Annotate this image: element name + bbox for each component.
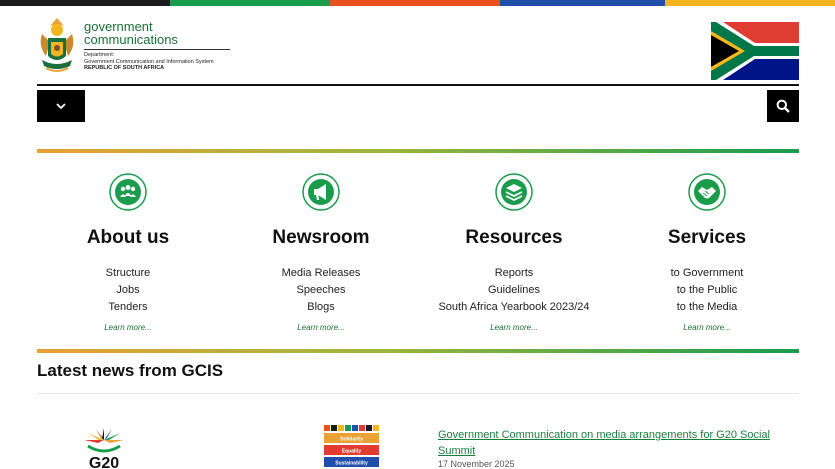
site-header: government communications Department: Go… <box>0 6 835 84</box>
news-article-link[interactable]: Government Communication on media arrang… <box>438 427 788 459</box>
megaphone-icon <box>302 173 340 211</box>
link-yearbook[interactable]: South Africa Yearbook 2023/24 <box>414 299 614 316</box>
brand-divider <box>84 49 230 50</box>
link-guidelines[interactable]: Guidelines <box>414 282 614 299</box>
sticker-sustainability: Sustainability <box>335 461 368 467</box>
link-to-media[interactable]: to the Media <box>607 299 807 316</box>
link-media-releases[interactable]: Media Releases <box>221 265 421 282</box>
link-blogs[interactable]: Blogs <box>221 299 421 316</box>
section-title: Newsroom <box>272 227 370 248</box>
search-icon <box>776 99 790 113</box>
section-title: Services <box>667 227 747 248</box>
g20-text: G20 <box>89 455 119 469</box>
bottom-gradient-divider <box>37 349 799 353</box>
link-structure[interactable]: Structure <box>28 265 228 282</box>
search-button[interactable] <box>767 90 799 122</box>
section-title: Resources <box>465 227 563 248</box>
header-divider <box>37 84 799 86</box>
link-to-public[interactable]: to the Public <box>607 282 807 299</box>
coat-of-arms-logo[interactable] <box>36 16 78 76</box>
learn-more-link[interactable]: Learn more... <box>28 323 228 332</box>
section-title: About us <box>86 227 170 248</box>
south-africa-flag <box>711 22 799 80</box>
summit-values-thumbnail[interactable]: Solidarity Equality Sustainability <box>322 425 380 469</box>
latest-news-divider <box>37 393 799 394</box>
brand-block: government communications Department: Go… <box>84 20 230 72</box>
section-newsroom: Newsroom Media Releases Speeches Blogs L… <box>221 172 421 332</box>
g20-logo-thumbnail[interactable]: G20 <box>74 426 134 469</box>
section-services: Services to Government to the Public to … <box>607 172 807 332</box>
latest-news-heading: Latest news from GCIS <box>37 361 224 380</box>
section-about-us: About us Structure Jobs Tenders Learn mo… <box>28 172 228 332</box>
sticker-equality: Equality <box>342 449 362 455</box>
chevron-down-icon <box>56 102 66 109</box>
learn-more-link[interactable]: Learn more... <box>607 323 807 332</box>
link-speeches[interactable]: Speeches <box>221 282 421 299</box>
link-reports[interactable]: Reports <box>414 265 614 282</box>
handshake-icon <box>688 173 726 211</box>
link-to-government[interactable]: to Government <box>607 265 807 282</box>
layers-icon <box>495 173 533 211</box>
country-name: REPUBLIC OF SOUTH AFRICA <box>84 65 165 71</box>
learn-more-link[interactable]: Learn more... <box>221 323 421 332</box>
sticker-solidarity: Solidarity <box>340 437 363 443</box>
news-article-date: 17 November 2025 <box>438 459 515 469</box>
menu-toggle-button[interactable] <box>37 90 85 122</box>
learn-more-link[interactable]: Learn more... <box>414 323 614 332</box>
people-icon <box>109 173 147 211</box>
top-gradient-divider <box>37 149 799 153</box>
section-resources: Resources Reports Guidelines South Afric… <box>414 172 614 332</box>
link-tenders[interactable]: Tenders <box>28 299 228 316</box>
link-jobs[interactable]: Jobs <box>28 282 228 299</box>
brand-name-line2: communications <box>84 32 178 47</box>
